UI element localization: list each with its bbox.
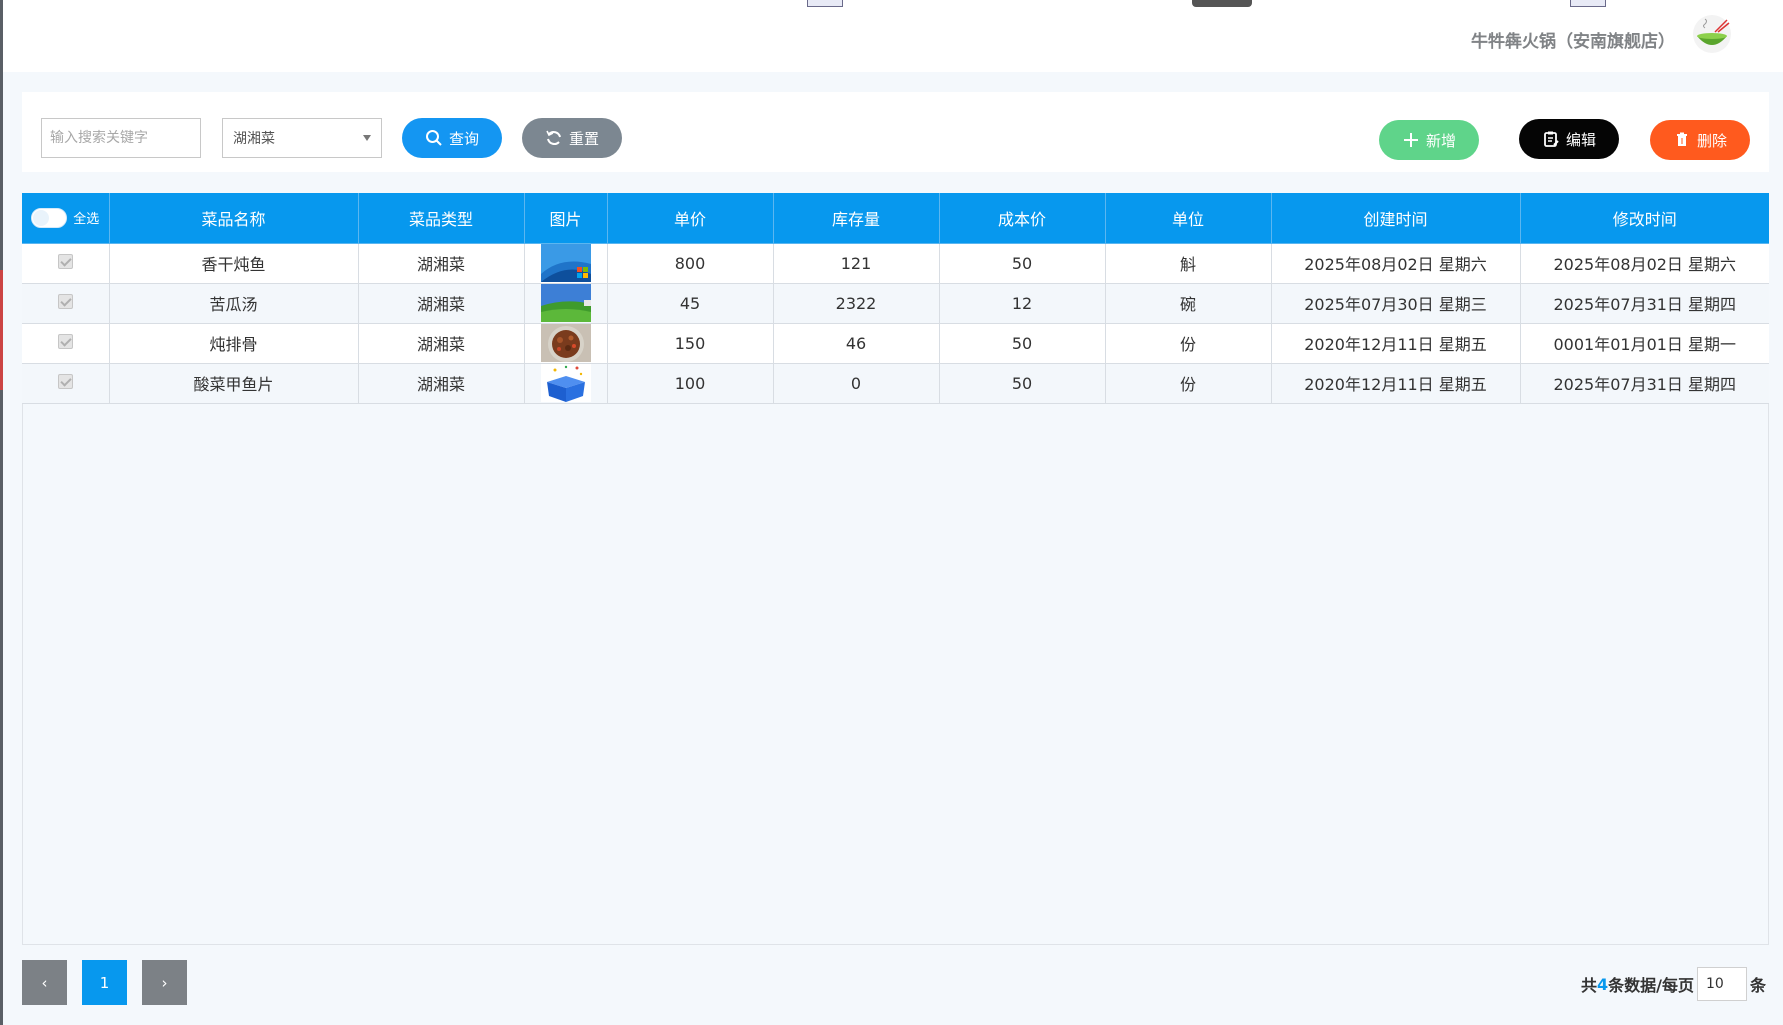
dish-name: 苦瓜汤	[109, 283, 359, 324]
dish-unit: 份	[1105, 323, 1272, 364]
dish-name: 炖排骨	[109, 323, 359, 364]
table-row[interactable]: 香干炖鱼 湖湘菜 800 121 50 斛 2025年08月02日 星期六 20…	[22, 243, 1769, 284]
keyboard-icon[interactable]	[1192, 0, 1252, 7]
prev-page-button[interactable]: ‹	[22, 960, 67, 1005]
dish-cost: 12	[939, 283, 1106, 324]
dish-image-thumbnail[interactable]	[540, 284, 591, 322]
dish-modified: 2025年07月31日 星期四	[1520, 363, 1769, 404]
category-select[interactable]: 湖湘菜	[222, 118, 382, 158]
dish-created: 2020年12月11日 星期五	[1271, 323, 1521, 364]
edit-label: 编辑	[1565, 130, 1596, 149]
document-icon[interactable]	[1570, 0, 1606, 7]
column-header-cost: 成本价	[939, 193, 1106, 244]
pagination: ‹ 1 ›	[22, 960, 187, 1005]
dish-name: 香干炖鱼	[109, 243, 359, 284]
column-header-name: 菜品名称	[109, 193, 359, 244]
dish-modified: 2025年07月31日 星期四	[1520, 283, 1769, 324]
top-header: 牛牪犇火锅（安南旗舰店）	[3, 0, 1783, 72]
select-all-label: 全选	[73, 212, 100, 228]
dish-stock: 2322	[773, 283, 940, 324]
table-row[interactable]: 苦瓜汤 湖湘菜 45 2322 12 碗 2025年07月30日 星期三 202…	[22, 283, 1769, 324]
next-page-button[interactable]: ›	[142, 960, 187, 1005]
main-content: 湖湘菜 查询 重置 新增 编辑 删除	[3, 72, 1783, 1025]
row-checkbox[interactable]	[57, 333, 73, 349]
pagination-summary: 共 4 条数据/每页 条	[1581, 967, 1766, 1001]
dish-unit: 斛	[1105, 243, 1272, 284]
edit-button[interactable]: 编辑	[1519, 119, 1619, 159]
dish-type: 湖湘菜	[358, 243, 525, 284]
search-toolbar: 湖湘菜 查询 重置 新增 编辑 删除	[22, 92, 1769, 172]
delete-button[interactable]: 删除	[1650, 120, 1750, 160]
page-size-input[interactable]	[1696, 967, 1747, 1001]
select-all-header[interactable]: 全选	[22, 193, 110, 244]
dish-image-thumbnail[interactable]	[540, 364, 591, 402]
reset-button[interactable]: 重置	[522, 118, 622, 158]
dish-image-thumbnail[interactable]	[540, 324, 591, 362]
dish-image-thumbnail[interactable]	[540, 244, 591, 282]
column-header-created: 创建时间	[1271, 193, 1521, 244]
total-mid-text: 条数据/每页	[1608, 976, 1694, 995]
column-header-stock: 库存量	[773, 193, 940, 244]
dish-cost: 50	[939, 363, 1106, 404]
total-count: 4	[1596, 974, 1609, 994]
query-label: 查询	[448, 129, 479, 148]
dish-cost: 50	[939, 323, 1106, 364]
search-icon	[425, 130, 442, 146]
caret-down-icon	[363, 135, 371, 141]
dish-type: 湖湘菜	[358, 283, 525, 324]
column-header-image: 图片	[524, 193, 608, 244]
dish-price: 150	[607, 323, 774, 364]
add-label: 新增	[1425, 131, 1456, 150]
row-checkbox[interactable]	[57, 373, 73, 389]
dish-stock: 46	[773, 323, 940, 364]
dish-price: 45	[607, 283, 774, 324]
clipboard-edit-icon	[1544, 131, 1559, 147]
total-suffix: 条	[1749, 976, 1766, 995]
dishes-table-container: 全选 菜品名称 菜品类型 图片 单价 库存量 成本价 单位 创建时间 修改时间	[22, 193, 1769, 945]
store-name: 牛牪犇火锅（安南旗舰店）	[1471, 32, 1675, 52]
dish-created: 2025年08月02日 星期六	[1271, 243, 1521, 284]
page-button-current[interactable]: 1	[82, 960, 127, 1005]
dish-stock: 121	[773, 243, 940, 284]
column-header-type: 菜品类型	[358, 193, 525, 244]
dishes-table: 全选 菜品名称 菜品类型 图片 单价 库存量 成本价 单位 创建时间 修改时间	[22, 193, 1769, 404]
document-icon[interactable]	[807, 0, 843, 7]
dish-price: 800	[607, 243, 774, 284]
dish-type: 湖湘菜	[358, 363, 525, 404]
dish-name: 酸菜甲鱼片	[109, 363, 359, 404]
dish-unit: 份	[1105, 363, 1272, 404]
table-row[interactable]: 酸菜甲鱼片 湖湘菜 100 0 50 份 2020年12月11日 星期五 202…	[22, 363, 1769, 404]
column-header-price: 单价	[607, 193, 774, 244]
search-input[interactable]	[41, 118, 201, 158]
dish-stock: 0	[773, 363, 940, 404]
column-header-modified: 修改时间	[1520, 193, 1769, 244]
table-header-row: 全选 菜品名称 菜品类型 图片 单价 库存量 成本价 单位 创建时间 修改时间	[22, 193, 1769, 244]
trash-icon	[1676, 132, 1687, 146]
reset-label: 重置	[568, 129, 599, 148]
category-select-value: 湖湘菜	[233, 131, 275, 147]
dish-price: 100	[607, 363, 774, 404]
dish-type: 湖湘菜	[358, 323, 525, 364]
plus-icon	[1403, 133, 1418, 147]
select-all-toggle[interactable]	[31, 207, 68, 228]
add-button[interactable]: 新增	[1379, 120, 1479, 160]
hotpot-bowl-icon	[1693, 15, 1731, 53]
table-row[interactable]: 炖排骨 湖湘菜 150 46 50 份 2020年12月11日 星期五 0001…	[22, 323, 1769, 364]
dish-modified: 2025年08月02日 星期六	[1520, 243, 1769, 284]
dish-unit: 碗	[1105, 283, 1272, 324]
dish-cost: 50	[939, 243, 1106, 284]
row-checkbox[interactable]	[57, 253, 73, 269]
refresh-icon	[546, 130, 561, 145]
column-header-unit: 单位	[1105, 193, 1272, 244]
dish-created: 2025年07月30日 星期三	[1271, 283, 1521, 324]
dish-modified: 0001年01月01日 星期一	[1520, 323, 1769, 364]
delete-label: 删除	[1696, 131, 1727, 150]
dish-created: 2020年12月11日 星期五	[1271, 363, 1521, 404]
row-checkbox[interactable]	[57, 293, 73, 309]
total-prefix: 共	[1580, 976, 1597, 995]
query-button[interactable]: 查询	[402, 118, 502, 158]
